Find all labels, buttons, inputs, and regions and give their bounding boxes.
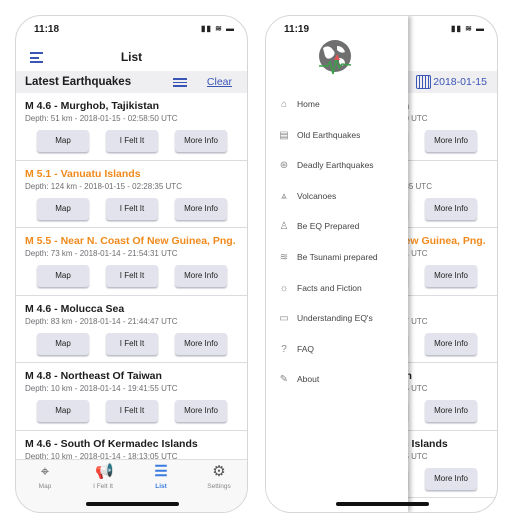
i-felt-it-button[interactable]: I Felt It bbox=[106, 265, 158, 287]
page-title: List bbox=[120, 50, 143, 64]
tab-map[interactable]: ⌖ Map bbox=[20, 463, 70, 491]
menu-item-about[interactable]: ✎ About bbox=[277, 371, 319, 387]
menu-item-understanding-eq-s[interactable]: ▭ Understanding EQ's bbox=[277, 310, 373, 326]
tab-label: Settings bbox=[207, 483, 231, 490]
megaphone-icon: 📢 bbox=[95, 463, 114, 480]
menu-item-faq[interactable]: ? FAQ bbox=[277, 341, 314, 357]
section-header: Latest Earthquakes Clear bbox=[16, 71, 247, 93]
earthquake-row[interactable]: M 5.5 - Near N. Coast Of New Guinea, Png… bbox=[16, 228, 247, 296]
home-indicator bbox=[336, 502, 429, 506]
status-time: 11:18 bbox=[34, 24, 60, 35]
i-felt-it-button[interactable]: I Felt It bbox=[106, 332, 158, 355]
app-logo-globe-icon bbox=[319, 40, 352, 75]
earthquake-title: M 4.6 - Molucca Sea bbox=[25, 302, 125, 315]
menu-item-be-eq-prepared[interactable]: ♙ Be EQ Prepared bbox=[277, 218, 360, 234]
earthquake-depth-time: Depth: 10 km - 2018-01-14 - 19:41:55 UTC bbox=[25, 384, 178, 393]
menu-item-label: Be EQ Prepared bbox=[297, 221, 360, 232]
menu-item-facts-and-fiction[interactable]: ☼ Facts and Fiction bbox=[277, 280, 362, 296]
i-felt-it-button[interactable]: I Felt It bbox=[106, 130, 158, 152]
more-info-button[interactable]: More Info bbox=[175, 265, 227, 287]
menu-item-label: Understanding EQ's bbox=[297, 313, 373, 324]
phone-drawer-screen: 11:19 ▮▮ ≋ ▬ 2018-01-15 M 4.6 - Murghob,… bbox=[265, 15, 498, 513]
signal-wifi-battery-icon: ▮▮ ≋ ▬ bbox=[201, 24, 235, 33]
menu-item-label: Be Tsunami prepared bbox=[297, 252, 378, 262]
earthquake-list: M 4.6 - Murghob, Tajikistan Depth: 51 km… bbox=[16, 93, 247, 498]
menu-item-label: Volcanoes bbox=[297, 190, 337, 201]
deadly-icon: ⊛ bbox=[279, 160, 289, 172]
bulb-icon: ☼ bbox=[279, 282, 289, 294]
earthquake-title: M 5.1 - Vanuatu Islands bbox=[25, 167, 141, 180]
old-earthquakes-icon: ▤ bbox=[279, 129, 289, 141]
earthquake-depth-time: Depth: 124 km - 2018-01-15 - 02:28:35 UT… bbox=[25, 181, 182, 191]
earthquake-title: M 4.8 - Northeast Of Taiwan bbox=[25, 370, 162, 382]
more-info-button[interactable]: More Info bbox=[425, 130, 477, 152]
home-icon: ⌂ bbox=[280, 99, 288, 110]
menu-item-label: Old Earthquakes bbox=[297, 129, 361, 140]
map-button[interactable]: Map bbox=[37, 265, 89, 287]
tsunami-icon: ≋ bbox=[279, 252, 289, 263]
more-info-button[interactable]: More Info bbox=[425, 332, 477, 355]
earthquake-depth-time: Depth: 73 km - 2018-01-14 - 21:54:31 UTC bbox=[25, 249, 178, 258]
filter-sliders-icon[interactable] bbox=[173, 76, 187, 88]
question-icon: ? bbox=[281, 343, 287, 355]
tab-label: I Felt It bbox=[93, 483, 113, 490]
list-icon: ☰ bbox=[154, 463, 168, 480]
more-info-button[interactable]: More Info bbox=[175, 197, 227, 220]
i-felt-it-button[interactable]: I Felt It bbox=[106, 400, 158, 422]
earthquake-row[interactable]: M 4.6 - Molucca Sea Depth: 83 km - 2018-… bbox=[16, 296, 247, 363]
earthquake-title: M 4.6 - South Of Kermadec Islands bbox=[25, 437, 198, 450]
clear-link[interactable]: Clear bbox=[207, 71, 232, 93]
menu-item-label: FAQ bbox=[297, 343, 315, 354]
map-button[interactable]: Map bbox=[37, 197, 89, 220]
map-pin-icon: ⌖ bbox=[40, 463, 50, 480]
volcano-icon: ⩓ bbox=[281, 190, 287, 202]
more-info-button[interactable]: More Info bbox=[425, 197, 477, 220]
map-button[interactable]: Map bbox=[37, 332, 89, 355]
gear-icon: ⚙ bbox=[212, 463, 226, 480]
tab-label: Map bbox=[38, 483, 52, 490]
more-info-button[interactable]: More Info bbox=[175, 130, 227, 152]
more-info-button[interactable]: More Info bbox=[425, 400, 477, 422]
menu-item-label: Facts and Fiction bbox=[297, 282, 362, 293]
menu-item-home[interactable]: ⌂ Home bbox=[277, 96, 320, 112]
earthquake-depth-time: Depth: 51 km - 2018-01-15 - 02:58:50 UTC bbox=[25, 114, 178, 123]
tab-settings[interactable]: ⚙ Settings bbox=[194, 463, 244, 491]
earthquake-row[interactable]: M 4.6 - Murghob, Tajikistan Depth: 51 km… bbox=[16, 93, 247, 161]
more-info-button[interactable]: More Info bbox=[425, 467, 477, 490]
signal-wifi-battery-icon: ▮▮ ≋ ▬ bbox=[451, 24, 485, 33]
menu-item-be-tsunami-prepared[interactable]: ≋ Be Tsunami prepared bbox=[277, 249, 378, 265]
phone-list-screen: 11:18 ▮▮ ≋ ▬ List Latest Earthquakes Cle… bbox=[15, 15, 248, 513]
date-button[interactable]: 2018-01-15 bbox=[433, 71, 487, 93]
menu-item-old-earthquakes[interactable]: ▤ Old Earthquakes bbox=[277, 127, 360, 143]
i-felt-it-button[interactable]: I Felt It bbox=[106, 197, 158, 220]
more-info-button[interactable]: More Info bbox=[175, 332, 227, 355]
menu-item-volcanoes[interactable]: ⩓ Volcanoes bbox=[277, 188, 336, 204]
status-time: 11:19 bbox=[284, 24, 310, 35]
menu-item-label: Deadly Earthquakes bbox=[297, 160, 374, 171]
status-bar: 11:18 ▮▮ ≋ ▬ bbox=[16, 24, 247, 38]
book-icon: ▭ bbox=[279, 313, 289, 325]
earthquake-title: M 5.5 - Near N. Coast Of New Guinea, Png… bbox=[25, 235, 236, 247]
more-info-button[interactable]: More Info bbox=[175, 400, 227, 422]
earthquake-title: M 4.6 - Murghob, Tajikistan bbox=[25, 100, 159, 112]
tab-list[interactable]: ☰ List bbox=[136, 463, 186, 491]
more-info-button[interactable]: More Info bbox=[425, 265, 477, 287]
side-drawer: ⌂ Home ▤ Old Earthquakes ⊛ Deadly Earthquakes… bbox=[266, 16, 408, 512]
nav-bar: List bbox=[16, 46, 247, 70]
map-button[interactable]: Map bbox=[37, 130, 89, 152]
tab-i-felt-it[interactable]: 📢 I Felt It bbox=[78, 463, 128, 491]
earthquake-depth-time: Depth: 83 km - 2018-01-14 - 21:44:47 UTC bbox=[25, 316, 178, 326]
earthquake-row[interactable]: M 5.1 - Vanuatu Islands Depth: 124 km - … bbox=[16, 161, 247, 228]
earthquake-row[interactable]: M 4.8 - Northeast Of Taiwan Depth: 10 km… bbox=[16, 363, 247, 431]
home-indicator bbox=[86, 502, 179, 506]
menu-item-label: About bbox=[297, 374, 320, 385]
tab-label: List bbox=[155, 483, 167, 490]
about-icon: ✎ bbox=[279, 374, 289, 386]
menu-item-deadly-earthquakes[interactable]: ⊛ Deadly Earthquakes bbox=[277, 157, 374, 173]
prepared-icon: ♙ bbox=[279, 221, 289, 233]
map-button[interactable]: Map bbox=[37, 400, 89, 422]
menu-item-label: Home bbox=[297, 99, 320, 109]
calendar-icon[interactable] bbox=[416, 75, 431, 89]
section-title: Latest Earthquakes bbox=[25, 76, 132, 88]
